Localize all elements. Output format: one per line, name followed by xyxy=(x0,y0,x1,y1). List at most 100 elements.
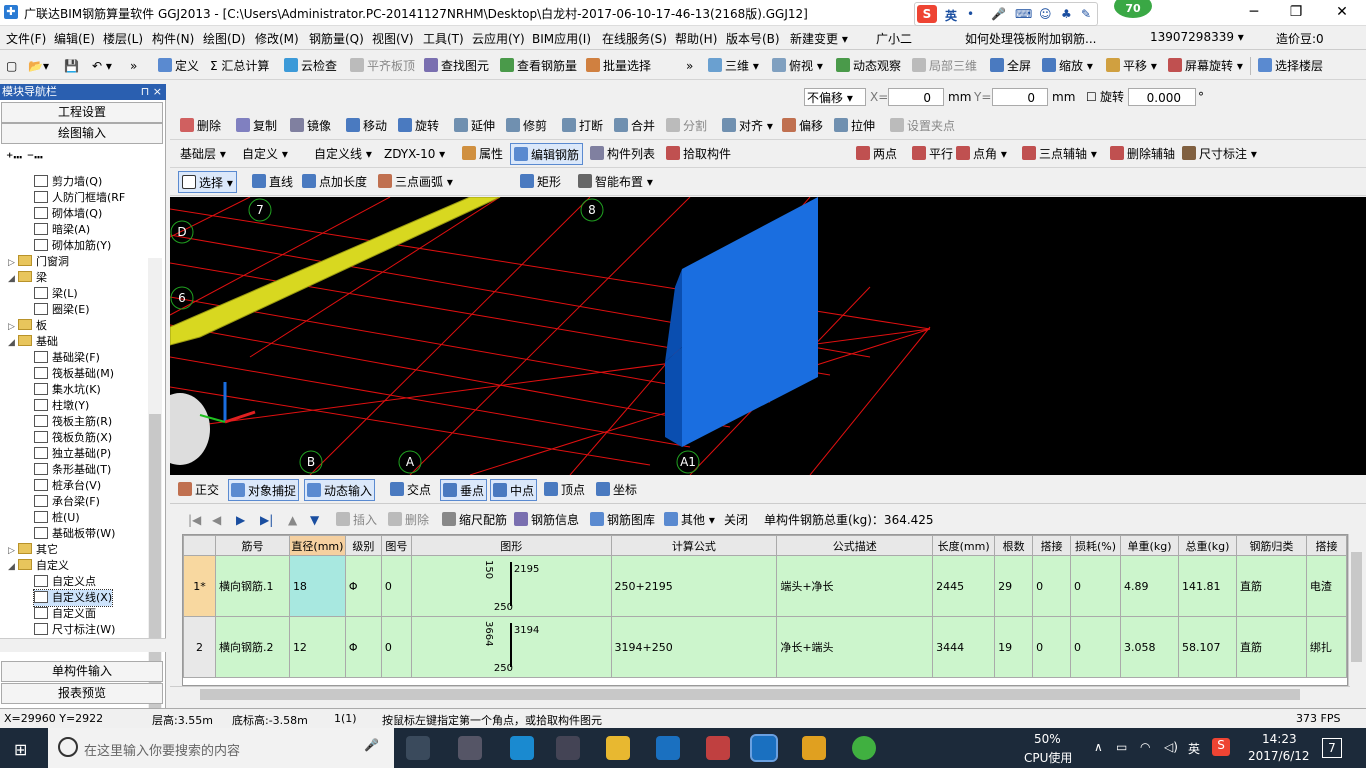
cell-name[interactable]: 横向钢筋.2 xyxy=(214,616,290,678)
delete-button[interactable]: 删除 xyxy=(180,117,221,135)
tree-node[interactable]: 筏板负筋(X) xyxy=(34,430,112,446)
notification-center-icon[interactable]: 7 xyxy=(1322,738,1342,758)
cell-lapt[interactable]: 绑扎 xyxy=(1305,616,1347,678)
menu-rebar[interactable]: 钢筋量(Q) xyxy=(309,30,364,47)
toolbar-overflow2-icon[interactable]: » xyxy=(686,57,693,75)
cell-unit[interactable]: 3.058 xyxy=(1120,616,1179,678)
tree-node[interactable]: 筏板基础(M) xyxy=(34,366,114,382)
cell-formula[interactable]: 3194+250 xyxy=(610,616,778,678)
single-component-input-button[interactable]: 单构件输入 xyxy=(1,661,163,682)
col-header-length[interactable]: 长度(mm) xyxy=(932,535,996,556)
tree-node[interactable]: ▷ 板 xyxy=(8,318,47,335)
dot-icon[interactable]: • xyxy=(967,7,974,21)
menu-component[interactable]: 构件(N) xyxy=(152,30,194,47)
cell-dia[interactable]: 12 xyxy=(288,616,346,678)
type-select[interactable]: 自定义 ▾ xyxy=(242,145,288,163)
cell-desc[interactable]: 净长+端头 xyxy=(776,616,934,678)
tree-node[interactable]: 人防门框墙(RF xyxy=(34,190,125,206)
table-row[interactable]: 1* 横向钢筋.1 18 Φ 0 150 2195 250 250+2195 端头+净长 2445 2… xyxy=(183,555,1347,617)
tree-node[interactable]: 筏板主筋(R) xyxy=(34,414,112,430)
cell-lap[interactable]: 0 xyxy=(1032,555,1072,617)
rotate-button[interactable]: 旋转 xyxy=(398,117,439,135)
component-list-button[interactable]: 构件列表 xyxy=(590,145,655,163)
tree-node[interactable]: 柱墩(Y) xyxy=(34,398,89,414)
rectangle-tool-button[interactable]: 矩形 xyxy=(520,173,561,191)
ggj-active-icon[interactable] xyxy=(750,734,778,762)
point-length-button[interactable]: 点加长度 xyxy=(302,173,367,191)
y-offset-input[interactable]: 0 xyxy=(992,88,1048,106)
cell-count[interactable]: 29 xyxy=(994,555,1034,617)
menu-modify[interactable]: 修改(M) xyxy=(255,30,299,47)
batch-select-button[interactable]: 批量选择 xyxy=(586,57,651,75)
green-app-icon[interactable] xyxy=(852,736,876,760)
cell-lap[interactable]: 0 xyxy=(1032,616,1072,678)
arc-tool-button[interactable]: 三点画弧 ▾ xyxy=(378,173,453,191)
mirror-button[interactable]: 镜像 xyxy=(290,117,331,135)
menu-help-link[interactable]: 如何处理筏板附加钢筋... xyxy=(965,30,1096,47)
expand-collapse-icon[interactable]: ⁺┅ ⁻┅ xyxy=(6,150,43,166)
table-hscroll-thumb[interactable] xyxy=(200,689,1300,700)
parallel-button[interactable]: 平行 xyxy=(912,145,953,163)
menu-guangxiaoer[interactable]: 广小二 xyxy=(876,30,912,47)
cell-idx[interactable]: 2 xyxy=(183,616,216,678)
tree-node[interactable]: ▷ 门窗洞 xyxy=(8,254,69,271)
align-slab-top-button[interactable]: 平齐板顶 xyxy=(350,57,415,75)
smart-layout-button[interactable]: 智能布置 ▾ xyxy=(578,173,653,191)
3d-view-button[interactable]: 三维 ▾ xyxy=(708,57,759,75)
table-row[interactable]: 2 横向钢筋.2 12 Φ 0 3664 3194 250 3194+250 净长+端头 3444 1… xyxy=(183,616,1347,678)
table-vscrollbar[interactable] xyxy=(1348,534,1364,686)
cylinder-element[interactable] xyxy=(170,393,210,465)
scale-rebar-button[interactable]: 缩尺配筋 xyxy=(442,511,507,529)
zoom-button[interactable]: 缩放 ▾ xyxy=(1042,57,1093,75)
col-header-fignum[interactable]: 图号 xyxy=(380,535,412,556)
delete-row-button[interactable]: 删除 xyxy=(388,511,429,529)
tray-chevron-icon[interactable]: ∧ xyxy=(1094,740,1103,754)
undo-icon[interactable]: ↶ ▾ xyxy=(92,57,112,75)
three-point-axis-button[interactable]: 三点辅轴 ▾ xyxy=(1022,145,1097,163)
table-vscroll-thumb[interactable] xyxy=(1351,552,1362,662)
cell-cat[interactable]: 直筋 xyxy=(1235,616,1307,678)
move-up-icon[interactable]: ▲ xyxy=(288,511,297,529)
cell-grade[interactable]: Φ xyxy=(344,616,382,678)
tree-node[interactable]: 自定义点 xyxy=(34,574,96,590)
layer-select[interactable]: 基础层 ▾ xyxy=(180,145,226,163)
maximize-button[interactable]: ❐ xyxy=(1286,4,1306,20)
cell-shape[interactable]: 150 2195 250 xyxy=(410,555,612,617)
properties-button[interactable]: 属性 xyxy=(462,145,503,163)
tree-toggle-icon[interactable]: ▷ xyxy=(8,255,18,271)
drawing-canvas[interactable]: 7 8 D 6 B A A1 xyxy=(170,197,1366,475)
score-badge[interactable]: 70 xyxy=(1112,0,1154,20)
rotate-checkbox[interactable]: ☐ xyxy=(1086,88,1097,106)
cell-len[interactable]: 2445 xyxy=(932,555,996,617)
windows-start-icon[interactable]: ⊞ xyxy=(14,740,27,759)
view-rebar-qty-button[interactable]: 查看钢筋量 xyxy=(500,57,577,75)
save-icon[interactable]: 💾 xyxy=(64,57,79,75)
menu-version[interactable]: 版本号(B) xyxy=(726,30,780,47)
report-preview-button[interactable]: 报表预览 xyxy=(1,683,163,704)
dynamic-input-toggle[interactable]: 动态输入 xyxy=(304,479,376,501)
close-grid-button[interactable]: 关闭 xyxy=(724,511,748,529)
merge-button[interactable]: 合并 xyxy=(614,117,655,135)
menu-tools[interactable]: 工具(T) xyxy=(423,30,464,47)
pick-component-button[interactable]: 拾取构件 xyxy=(666,145,731,163)
tree-node[interactable]: 梁(L) xyxy=(34,286,78,302)
sogou-icon[interactable]: S xyxy=(917,5,937,23)
col-header-category[interactable]: 钢筋归类 xyxy=(1235,535,1307,556)
toolbar-overflow-icon[interactable]: » xyxy=(130,57,137,75)
move-down-icon[interactable]: ▼ xyxy=(310,511,319,529)
cell-count[interactable]: 19 xyxy=(994,616,1034,678)
tree-node[interactable]: 条形基础(T) xyxy=(34,462,111,478)
tree-toggle-icon[interactable]: ◢ xyxy=(8,559,18,575)
pinned-app-icon[interactable] xyxy=(458,736,482,760)
tree-toggle-icon[interactable]: ▷ xyxy=(8,543,18,559)
col-header-grade[interactable]: 级别 xyxy=(344,535,382,556)
tree-node[interactable]: 基础板带(W) xyxy=(34,526,115,542)
local-3d-button[interactable]: 局部三维 xyxy=(912,57,977,75)
cell-lapt[interactable]: 电渣 xyxy=(1305,555,1347,617)
user-icon[interactable]: ☺ xyxy=(1039,7,1052,21)
midpoint-snap[interactable]: 中点 xyxy=(490,479,538,501)
shirt-icon[interactable]: ♣ xyxy=(1061,7,1072,21)
tree-node[interactable]: 圈梁(E) xyxy=(34,302,90,318)
x-offset-input[interactable]: 0 xyxy=(888,88,944,106)
table-hscrollbar[interactable] xyxy=(170,686,1350,702)
